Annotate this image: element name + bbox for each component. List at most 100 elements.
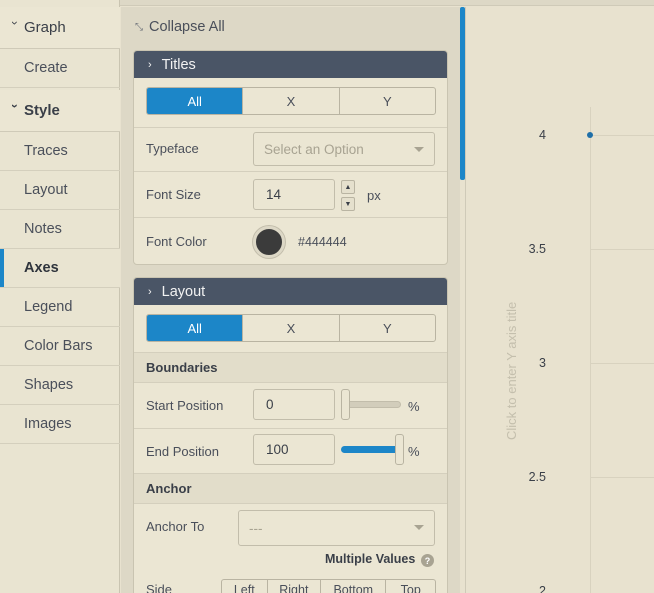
side-option-right[interactable]: Right <box>268 580 322 593</box>
end-position-slider-fill[interactable] <box>341 446 403 453</box>
tab-all[interactable]: All <box>147 315 244 341</box>
data-point[interactable] <box>587 132 593 138</box>
left-nav: › Graph Create › Style Traces Layout Not… <box>0 0 120 593</box>
start-position-row: Start Position 0 % <box>134 382 447 428</box>
y-tick-label: 2.5 <box>528 470 546 484</box>
side-label: Side <box>146 582 173 593</box>
side-option-bottom[interactable]: Bottom <box>321 580 387 593</box>
typeface-select[interactable]: Select an Option <box>253 132 435 166</box>
layout-section-title: Layout <box>161 283 206 300</box>
layout-axis-tabs: All X Y <box>146 314 436 342</box>
nav-item-label: Images <box>24 416 72 432</box>
gridline <box>590 363 654 364</box>
end-position-slider-handle[interactable] <box>395 434 404 465</box>
nav-section-style-label: Style <box>24 102 60 119</box>
nav-item-layout[interactable]: Layout <box>0 171 120 210</box>
side-options: Left Right Bottom Top <box>221 579 436 593</box>
caret-down-icon <box>414 525 424 530</box>
tab-x[interactable]: X <box>243 315 340 341</box>
layout-section-header[interactable]: › Layout <box>134 278 447 305</box>
end-position-unit: % <box>408 444 420 459</box>
font-size-row: Font Size 14 ▲ ▼ px <box>134 171 447 217</box>
help-icon[interactable]: ? <box>421 554 434 567</box>
end-position-row: End Position 100 % <box>134 428 447 472</box>
collapse-icon: ⤡ <box>135 21 143 33</box>
y-axis-title-placeholder[interactable]: Click to enter Y axis title <box>504 302 519 440</box>
y-tick-label: 3.5 <box>528 242 546 256</box>
tab-all[interactable]: All <box>147 88 244 114</box>
nav-item-label: Notes <box>24 221 62 237</box>
font-color-row: Font Color #444444 <box>134 217 447 264</box>
nav-item-notes[interactable]: Notes <box>0 210 120 249</box>
typeface-row: Typeface Select an Option <box>134 127 447 171</box>
typeface-placeholder: Select an Option <box>264 141 364 157</box>
nav-item-label: Shapes <box>24 377 74 393</box>
boundaries-label: Boundaries <box>146 360 218 375</box>
start-position-input[interactable]: 0 <box>253 389 335 420</box>
boundaries-subheading: Boundaries <box>134 352 447 382</box>
nav-item-legend[interactable]: Legend <box>0 288 120 327</box>
chevron-down-icon: › <box>8 20 22 25</box>
font-color-label: Font Color <box>146 234 207 249</box>
anchor-to-select[interactable]: --- <box>238 510 435 546</box>
anchor-to-label: Anchor To <box>146 519 205 534</box>
start-position-label: Start Position <box>146 398 224 413</box>
plot-area[interactable]: 4 3.5 3 2.5 2 Click to enter Y axis titl… <box>466 7 654 593</box>
chevron-right-icon: › <box>148 285 152 298</box>
multiple-values-label: Multiple Values <box>325 552 416 566</box>
font-size-label: Font Size <box>146 187 201 202</box>
font-color-swatch[interactable] <box>253 226 285 258</box>
start-position-unit: % <box>408 399 420 414</box>
gridline <box>590 135 654 136</box>
anchor-label: Anchor <box>146 481 192 496</box>
nav-section-graph-label: Graph <box>24 19 66 36</box>
collapse-all-button[interactable]: ⤡ Collapse All <box>135 19 225 35</box>
start-position-slider-track[interactable] <box>343 401 401 408</box>
start-position-slider-handle[interactable] <box>341 389 350 420</box>
nav-item-label: Axes <box>24 260 59 276</box>
tab-x[interactable]: X <box>243 88 340 114</box>
nav-item-label: Legend <box>24 299 73 315</box>
nav-section-graph[interactable]: › Graph <box>0 7 120 49</box>
titles-section: › Titles All X Y Typeface Select an Opti… <box>133 50 448 265</box>
font-size-unit: px <box>367 188 381 203</box>
nav-item-color-bars[interactable]: Color Bars <box>0 327 120 366</box>
nav-item-label: Traces <box>24 143 68 159</box>
tab-y[interactable]: Y <box>340 315 435 341</box>
chevron-down-icon: › <box>8 103 22 108</box>
typeface-label: Typeface <box>146 141 199 156</box>
nav-item-create[interactable]: Create <box>0 49 120 88</box>
gridline <box>590 249 654 250</box>
font-color-hex: #444444 <box>298 235 347 249</box>
nav-item-label: Layout <box>24 182 68 198</box>
anchor-to-row: Anchor To --- Multiple Values ? <box>134 503 447 573</box>
titles-axis-tabs: All X Y <box>146 87 436 115</box>
y-tick-label: 2 <box>539 584 546 593</box>
gridline <box>590 477 654 478</box>
nav-item-traces[interactable]: Traces <box>0 132 120 171</box>
nav-item-shapes[interactable]: Shapes <box>0 366 120 405</box>
anchor-to-value: --- <box>249 520 263 536</box>
side-row: Side Left Right Bottom Top <box>134 573 447 593</box>
nav-item-label: Color Bars <box>24 338 93 354</box>
chevron-right-icon: › <box>148 58 152 71</box>
layout-section: › Layout All X Y Boundaries Start Positi… <box>133 277 448 593</box>
side-option-top[interactable]: Top <box>386 580 435 593</box>
end-position-label: End Position <box>146 444 219 459</box>
collapse-all-label: Collapse All <box>149 19 225 35</box>
titles-section-header[interactable]: › Titles <box>134 51 447 78</box>
panel-scrollbar[interactable] <box>460 7 465 180</box>
font-size-decrement[interactable]: ▼ <box>341 197 355 211</box>
nav-item-axes[interactable]: Axes <box>0 249 120 288</box>
tab-y[interactable]: Y <box>340 88 435 114</box>
nav-item-images[interactable]: Images <box>0 405 120 444</box>
nav-section-style[interactable]: › Style <box>0 90 120 132</box>
y-axis-zero-line <box>590 107 591 593</box>
y-tick-label: 4 <box>539 128 546 142</box>
font-size-input[interactable]: 14 <box>253 179 335 210</box>
end-position-input[interactable]: 100 <box>253 434 335 465</box>
font-size-increment[interactable]: ▲ <box>341 180 355 194</box>
side-option-left[interactable]: Left <box>222 580 268 593</box>
nav-item-create-label: Create <box>24 60 68 76</box>
titles-section-title: Titles <box>161 56 196 73</box>
